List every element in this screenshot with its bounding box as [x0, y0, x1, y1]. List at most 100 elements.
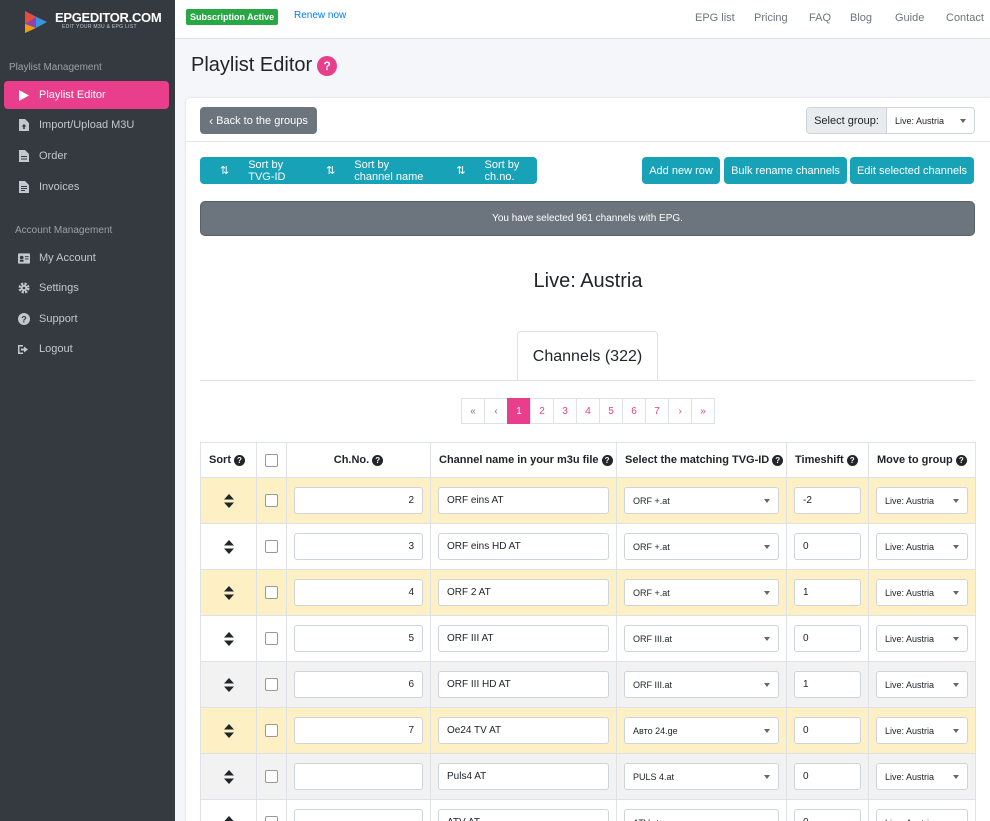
drag-sort-icon[interactable] — [223, 539, 235, 554]
channel-name-input[interactable]: ORF 2 AT — [438, 579, 609, 606]
page-link[interactable]: 6 — [622, 398, 646, 424]
drag-sort-icon[interactable] — [223, 585, 235, 600]
page-link[interactable]: ‹ — [484, 398, 508, 424]
chno-input[interactable]: 4 — [294, 579, 423, 606]
timeshift-input[interactable]: 1 — [794, 671, 861, 698]
tvg-id-select[interactable]: ORF +.at — [624, 533, 779, 560]
page-link[interactable]: 2 — [530, 398, 554, 424]
chno-input[interactable]: 5 — [294, 625, 423, 652]
row-checkbox[interactable] — [265, 540, 278, 553]
chno-input[interactable] — [294, 763, 423, 790]
col-header-tvg-id[interactable]: Select the matching TVG-ID? — [616, 442, 787, 478]
select-all-checkbox[interactable] — [265, 453, 278, 467]
chno-input[interactable]: 3 — [294, 533, 423, 560]
chno-input[interactable]: 6 — [294, 671, 423, 698]
chno-input[interactable]: 7 — [294, 717, 423, 744]
channel-name-input[interactable]: ATV AT — [438, 809, 609, 821]
sidebar-item-order[interactable]: Order — [4, 142, 169, 170]
tvg-id-select[interactable]: Авто 24.ge — [624, 717, 779, 744]
add-new-row-button[interactable]: Add new row — [642, 157, 720, 184]
col-header-sort[interactable]: Sort? — [200, 442, 257, 478]
row-checkbox[interactable] — [265, 770, 278, 783]
sort-by-channel-name-button[interactable]: ⇅ Sort by channel name — [306, 159, 436, 183]
move-to-group-select[interactable]: Live: Austria — [876, 717, 968, 744]
tvg-id-select[interactable]: ORF +.at — [624, 579, 779, 606]
chno-input[interactable] — [294, 809, 423, 821]
row-checkbox[interactable] — [265, 816, 278, 821]
move-to-group-select[interactable]: Live: Austria — [876, 533, 968, 560]
drag-sort-icon[interactable] — [223, 769, 235, 784]
page-link[interactable]: 5 — [599, 398, 623, 424]
channel-name-input[interactable]: ORF eins HD AT — [438, 533, 609, 560]
back-to-groups-button[interactable]: ‹ Back to the groups — [200, 107, 317, 134]
timeshift-input[interactable]: 0 — [794, 625, 861, 652]
help-icon[interactable]: ? — [234, 454, 245, 466]
move-to-group-select[interactable]: Live: Austria — [876, 625, 968, 652]
page-link[interactable]: « — [461, 398, 485, 424]
sidebar-item-my-account[interactable]: My Account — [4, 244, 169, 272]
move-to-group-select[interactable]: Live: Austria — [876, 579, 968, 606]
timeshift-input[interactable]: 1 — [794, 579, 861, 606]
help-icon[interactable]: ? — [601, 454, 613, 466]
drag-sort-icon[interactable] — [223, 493, 235, 508]
sidebar-item-support[interactable]: ? Support — [4, 305, 169, 333]
page-link[interactable]: » — [691, 398, 715, 424]
channel-name-input[interactable]: Oe24 TV AT — [438, 717, 609, 744]
nav-link-blog[interactable]: Blog — [850, 12, 872, 24]
row-checkbox[interactable] — [265, 724, 278, 737]
timeshift-input[interactable]: -2 — [794, 487, 861, 514]
help-icon[interactable]: ? — [317, 55, 338, 76]
tvg-id-select[interactable]: ORF III.at — [624, 671, 779, 698]
select-group-dropdown[interactable]: Live: Austria — [887, 108, 974, 133]
move-to-group-select[interactable]: Live: Austria — [876, 671, 968, 698]
nav-link-guide[interactable]: Guide — [895, 12, 924, 24]
nav-link-epg-list[interactable]: EPG list — [695, 12, 735, 24]
row-checkbox[interactable] — [265, 586, 278, 599]
tvg-id-select[interactable]: ATV.at — [624, 809, 779, 821]
help-icon[interactable]: ? — [955, 454, 967, 466]
help-icon[interactable]: ? — [772, 454, 784, 466]
timeshift-input[interactable]: 0 — [794, 809, 861, 821]
row-checkbox[interactable] — [265, 632, 278, 645]
channel-name-input[interactable]: Puls4 AT — [438, 763, 609, 790]
select-group[interactable]: Select group: Live: Austria — [806, 107, 975, 134]
page-link[interactable]: 1 — [507, 398, 531, 424]
nav-link-faq[interactable]: FAQ — [809, 12, 831, 24]
drag-sort-icon[interactable] — [223, 631, 235, 646]
tvg-id-select[interactable]: PULS 4.at — [624, 763, 779, 790]
edit-selected-button[interactable]: Edit selected channels — [850, 157, 974, 184]
sidebar-item-invoices[interactable]: Invoices — [4, 173, 169, 201]
drag-sort-icon[interactable] — [223, 815, 235, 821]
move-to-group-select[interactable]: Live: Austria — [876, 763, 968, 790]
drag-sort-icon[interactable] — [223, 677, 235, 692]
sort-by-tvg-id-button[interactable]: ⇅ Sort by TVG-ID — [200, 159, 306, 183]
page-link[interactable]: › — [668, 398, 692, 424]
help-icon[interactable]: ? — [846, 454, 858, 466]
sidebar-item-logout[interactable]: Logout — [4, 335, 169, 363]
timeshift-input[interactable]: 0 — [794, 763, 861, 790]
nav-link-pricing[interactable]: Pricing — [754, 12, 788, 24]
page-link[interactable]: 4 — [576, 398, 600, 424]
renew-link[interactable]: Renew now — [294, 10, 346, 21]
page-link[interactable]: 3 — [553, 398, 577, 424]
brand-logo[interactable]: EPGEDITOR.COM EDIT YOUR M3U & EPG LIST — [22, 8, 162, 38]
sidebar-item-settings[interactable]: Settings — [4, 274, 169, 302]
sidebar-item-import-upload[interactable]: Import/Upload M3U — [4, 111, 169, 139]
timeshift-input[interactable]: 0 — [794, 533, 861, 560]
tvg-id-select[interactable]: ORF III.at — [624, 625, 779, 652]
help-icon[interactable]: ? — [372, 454, 384, 466]
channel-name-input[interactable]: ORF III HD AT — [438, 671, 609, 698]
drag-sort-icon[interactable] — [223, 723, 235, 738]
row-checkbox[interactable] — [265, 494, 278, 507]
move-to-group-select[interactable]: Live: Austria — [876, 487, 968, 514]
col-header-chno[interactable]: Ch.No.? — [286, 442, 431, 478]
col-header-timeshift[interactable]: Timeshift? — [786, 442, 869, 478]
page-link[interactable]: 7 — [645, 398, 669, 424]
col-header-move-to-group[interactable]: Move to group? — [868, 442, 976, 478]
channel-name-input[interactable]: ORF eins AT — [438, 487, 609, 514]
sort-by-chno-button[interactable]: ⇅ Sort by ch.no. — [436, 159, 537, 183]
bulk-rename-button[interactable]: Bulk rename channels — [724, 157, 847, 184]
tvg-id-select[interactable]: ORF +.at — [624, 487, 779, 514]
nav-link-contact[interactable]: Contact — [946, 12, 984, 24]
timeshift-input[interactable]: 0 — [794, 717, 861, 744]
